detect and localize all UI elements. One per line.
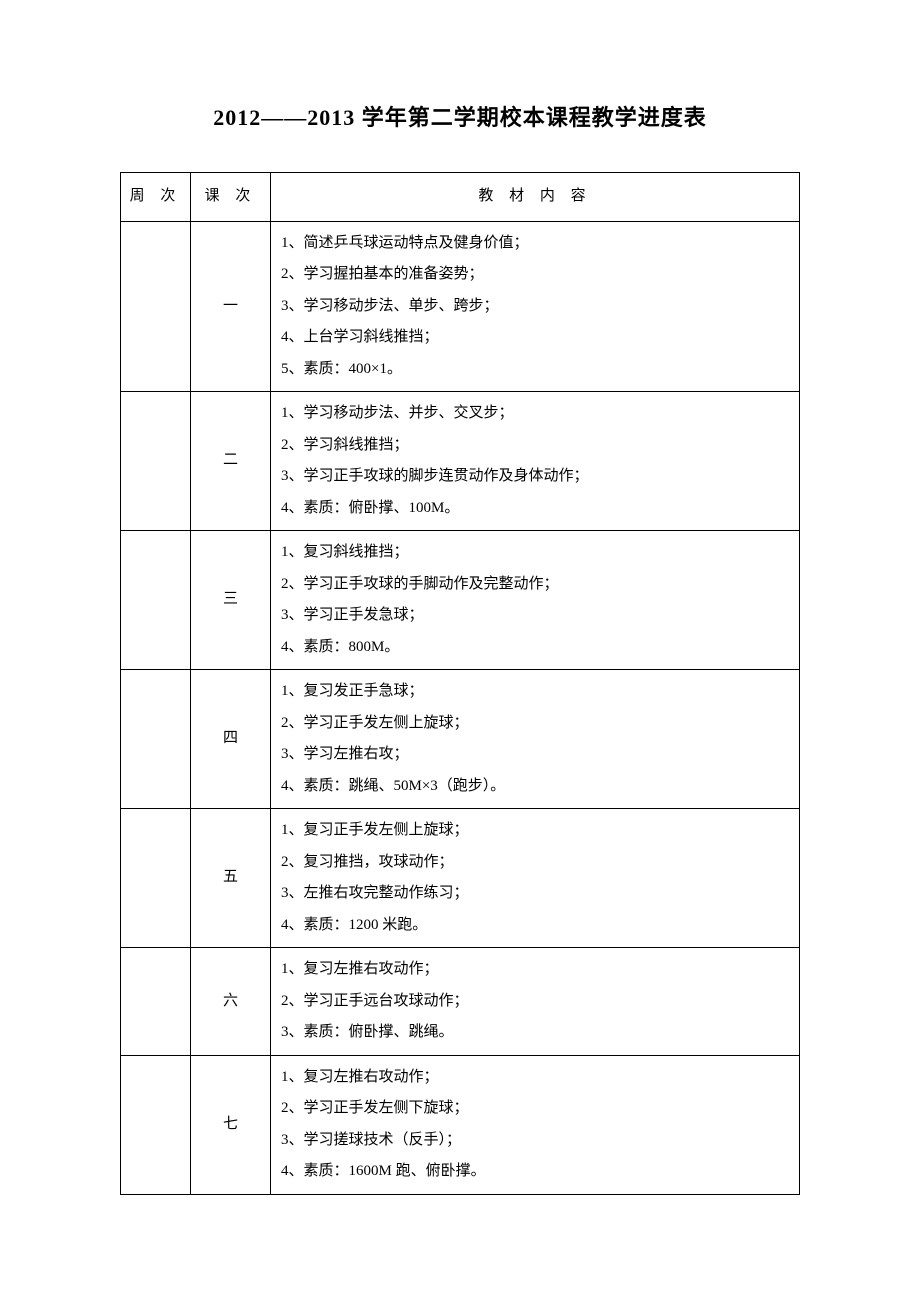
cell-content: 1、简述乒乓球运动特点及健身价值；2、学习握拍基本的准备姿势；3、学习移动步法、…: [271, 221, 800, 392]
cell-lesson: 二: [191, 392, 271, 531]
content-line: 4、素质：俯卧撑、100M。: [281, 493, 791, 525]
content-line: 3、学习移动步法、单步、跨步；: [281, 291, 791, 323]
content-line: 4、素质：跳绳、50M×3（跑步）。: [281, 771, 791, 803]
cell-lesson: 三: [191, 531, 271, 670]
content-line: 5、素质：400×1。: [281, 354, 791, 386]
cell-content: 1、复习左推右攻动作；2、学习正手远台攻球动作；3、素质：俯卧撑、跳绳。: [271, 948, 800, 1056]
content-line: 3、学习正手发急球；: [281, 600, 791, 632]
schedule-table: 周 次 课 次 教 材 内 容 一1、简述乒乓球运动特点及健身价值；2、学习握拍…: [120, 172, 800, 1195]
cell-content: 1、复习斜线推挡；2、学习正手攻球的手脚动作及完整动作；3、学习正手发急球；4、…: [271, 531, 800, 670]
content-line: 2、学习斜线推挡；: [281, 430, 791, 462]
table-row: 三1、复习斜线推挡；2、学习正手攻球的手脚动作及完整动作；3、学习正手发急球；4…: [121, 531, 800, 670]
content-line: 2、学习正手发左侧下旋球；: [281, 1093, 791, 1125]
content-line: 1、复习左推右攻动作；: [281, 954, 791, 986]
content-line: 1、复习正手发左侧上旋球；: [281, 815, 791, 847]
content-line: 1、复习发正手急球；: [281, 676, 791, 708]
cell-week: [121, 221, 191, 392]
table-row: 七1、复习左推右攻动作；2、学习正手发左侧下旋球；3、学习搓球技术（反手）；4、…: [121, 1055, 800, 1194]
cell-content: 1、复习左推右攻动作；2、学习正手发左侧下旋球；3、学习搓球技术（反手）；4、素…: [271, 1055, 800, 1194]
cell-week: [121, 1055, 191, 1194]
table-row: 一1、简述乒乓球运动特点及健身价值；2、学习握拍基本的准备姿势；3、学习移动步法…: [121, 221, 800, 392]
content-line: 3、素质：俯卧撑、跳绳。: [281, 1017, 791, 1049]
cell-content: 1、学习移动步法、并步、交叉步；2、学习斜线推挡；3、学习正手攻球的脚步连贯动作…: [271, 392, 800, 531]
table-row: 六1、复习左推右攻动作；2、学习正手远台攻球动作；3、素质：俯卧撑、跳绳。: [121, 948, 800, 1056]
content-line: 4、上台学习斜线推挡；: [281, 322, 791, 354]
cell-lesson: 五: [191, 809, 271, 948]
table-row: 五1、复习正手发左侧上旋球；2、复习推挡，攻球动作；3、左推右攻完整动作练习；4…: [121, 809, 800, 948]
cell-week: [121, 948, 191, 1056]
content-line: 3、学习正手攻球的脚步连贯动作及身体动作；: [281, 461, 791, 493]
content-line: 1、复习左推右攻动作；: [281, 1062, 791, 1094]
cell-lesson: 一: [191, 221, 271, 392]
content-line: 3、左推右攻完整动作练习；: [281, 878, 791, 910]
cell-lesson: 四: [191, 670, 271, 809]
cell-week: [121, 531, 191, 670]
page-title: 2012——2013 学年第二学期校本课程教学进度表: [120, 100, 800, 132]
content-line: 1、学习移动步法、并步、交叉步；: [281, 398, 791, 430]
content-line: 1、简述乒乓球运动特点及健身价值；: [281, 228, 791, 260]
content-line: 4、素质：800M。: [281, 632, 791, 664]
content-line: 2、学习握拍基本的准备姿势；: [281, 259, 791, 291]
cell-content: 1、复习正手发左侧上旋球；2、复习推挡，攻球动作；3、左推右攻完整动作练习；4、…: [271, 809, 800, 948]
table-header-row: 周 次 课 次 教 材 内 容: [121, 173, 800, 222]
content-line: 4、素质：1200 米跑。: [281, 910, 791, 942]
content-line: 1、复习斜线推挡；: [281, 537, 791, 569]
content-line: 2、学习正手远台攻球动作；: [281, 986, 791, 1018]
header-content: 教 材 内 容: [271, 173, 800, 222]
header-week: 周 次: [121, 173, 191, 222]
content-line: 2、学习正手攻球的手脚动作及完整动作；: [281, 569, 791, 601]
table-body: 一1、简述乒乓球运动特点及健身价值；2、学习握拍基本的准备姿势；3、学习移动步法…: [121, 221, 800, 1194]
table-row: 四1、复习发正手急球；2、学习正手发左侧上旋球；3、学习左推右攻；4、素质：跳绳…: [121, 670, 800, 809]
content-line: 2、学习正手发左侧上旋球；: [281, 708, 791, 740]
cell-week: [121, 392, 191, 531]
table-row: 二1、学习移动步法、并步、交叉步；2、学习斜线推挡；3、学习正手攻球的脚步连贯动…: [121, 392, 800, 531]
cell-content: 1、复习发正手急球；2、学习正手发左侧上旋球；3、学习左推右攻；4、素质：跳绳、…: [271, 670, 800, 809]
content-line: 3、学习搓球技术（反手）；: [281, 1125, 791, 1157]
cell-week: [121, 809, 191, 948]
header-lesson: 课 次: [191, 173, 271, 222]
content-line: 2、复习推挡，攻球动作；: [281, 847, 791, 879]
cell-week: [121, 670, 191, 809]
cell-lesson: 七: [191, 1055, 271, 1194]
cell-lesson: 六: [191, 948, 271, 1056]
content-line: 4、素质：1600M 跑、俯卧撑。: [281, 1156, 791, 1188]
document-page: 2012——2013 学年第二学期校本课程教学进度表 周 次 课 次 教 材 内…: [0, 0, 920, 1255]
content-line: 3、学习左推右攻；: [281, 739, 791, 771]
